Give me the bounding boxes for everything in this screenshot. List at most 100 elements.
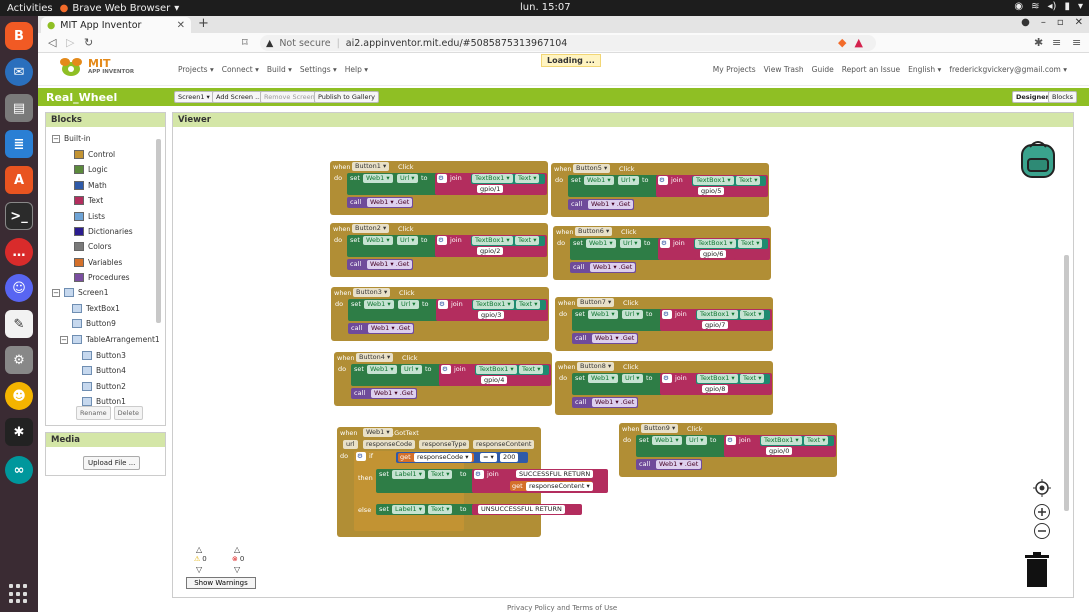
join-block[interactable]: ⚙ join TextBox1 ▾ Text ▾ gpio/2 [435, 235, 547, 257]
button-click-event-block[interactable]: when Button6 ▾ Click do set Web1 ▾ Url ▾ to ⚙ joi… [553, 226, 771, 280]
call-web-get-block[interactable]: call Web1 ▾ .Get [570, 262, 636, 273]
call-web-get-block[interactable]: call Web1 ▾ .Get [347, 259, 413, 270]
join-block[interactable]: ⚙ join TextBox1 ▾ Text ▾ gpio/1 [435, 173, 547, 195]
web-component-dropdown[interactable]: Web1 ▾ [588, 374, 618, 383]
fail-string-field[interactable]: UNSUCCESSFUL RETURN [478, 505, 565, 514]
if-else-block[interactable]: ⚙ if then else get responseCode ▾ = ▾ 200 set Lab… [354, 451, 608, 531]
menu-help[interactable]: Help ▾ [345, 65, 368, 74]
gear-icon[interactable]: ⚙ [658, 176, 668, 185]
button-component-dropdown[interactable]: Button2 ▾ [352, 224, 390, 233]
show-warnings-button[interactable]: Show Warnings [186, 577, 256, 589]
error-down-icon[interactable]: ▽ [234, 565, 240, 574]
button-click-event-block[interactable]: when Button8 ▾ Click do set Web1 ▾ Url ▾ to ⚙ joi… [555, 361, 773, 415]
chat-icon[interactable]: … [5, 238, 33, 266]
gpio-string-field[interactable]: gpio/6 [700, 250, 727, 258]
discord-icon[interactable]: ☺ [5, 274, 33, 302]
error-up-icon[interactable]: △ [234, 545, 240, 554]
textbox-text-getter[interactable]: TextBox1 ▾ Text ▾ [472, 300, 546, 310]
gpio-string-block[interactable]: gpio/2 [471, 247, 513, 256]
blocks-button[interactable]: Blocks [1048, 91, 1077, 103]
call-web-get-block[interactable]: call Web1 ▾ .Get [348, 323, 414, 334]
gpio-string-block[interactable]: gpio/6 [694, 250, 736, 259]
collapse-icon[interactable]: − [52, 134, 60, 143]
param-response-content[interactable]: responseContent [473, 440, 535, 449]
rename-button[interactable]: Rename [76, 406, 111, 420]
text-property-dropdown[interactable]: Text ▾ [516, 300, 541, 309]
web-component-dropdown[interactable]: Web1 ▾ [584, 176, 614, 185]
recenter-icon[interactable] [1033, 479, 1051, 497]
backpack-icon[interactable] [1018, 137, 1058, 179]
remove-screen-button[interactable]: Remove Screen [260, 91, 319, 103]
text-property-dropdown[interactable]: Text ▾ [428, 470, 453, 479]
gear-icon[interactable]: ⚙ [474, 470, 484, 479]
gear-icon[interactable]: ⚙ [662, 310, 672, 319]
warning-down-icon[interactable]: ▽ [196, 565, 202, 574]
component-item[interactable]: TextBox1 [72, 304, 120, 313]
bug-icon[interactable]: ✱ [5, 418, 33, 446]
view-trash-link[interactable]: View Trash [764, 65, 804, 74]
gpio-string-field[interactable]: gpio/5 [698, 187, 725, 195]
table-group[interactable]: − TableArrangement1 [60, 335, 160, 344]
designer-button[interactable]: Designer [1012, 91, 1053, 103]
palette-item-colors[interactable]: Colors [74, 242, 112, 252]
brave-rewards-icon[interactable]: ▲ [854, 36, 862, 49]
get-variable-block[interactable]: get responseCode ▾ [398, 453, 474, 462]
button-component-dropdown[interactable]: Button9 ▾ [641, 424, 679, 433]
url-property-dropdown[interactable]: Url ▾ [686, 436, 707, 445]
playlist-icon[interactable]: ≡ [1052, 36, 1061, 49]
gpio-string-block[interactable]: gpio/1 [471, 185, 513, 194]
url-property-dropdown[interactable]: Url ▾ [401, 365, 422, 374]
url-property-dropdown[interactable]: Url ▾ [398, 300, 419, 309]
workspace-vertical-scrollbar[interactable] [1064, 255, 1069, 511]
button-click-event-block[interactable]: when Button4 ▾ Click do set Web1 ▾ Url ▾ to ⚙ joi… [334, 352, 552, 406]
gear-icon[interactable]: ⚙ [356, 452, 366, 461]
new-tab-button[interactable]: + [198, 16, 209, 31]
bookmark-icon[interactable]: ⌑ [242, 36, 248, 49]
files-icon[interactable]: ▤ [5, 94, 33, 122]
get-variable-block[interactable]: get responseContent ▾ [510, 481, 593, 491]
extensions-icon[interactable]: ✱ [1034, 36, 1043, 49]
text-property-dropdown[interactable]: Text ▾ [738, 239, 763, 248]
call-web-get-block[interactable]: call Web1 ▾ .Get [572, 333, 638, 344]
join-block[interactable]: ⚙ join TextBox1 ▾ Text ▾ gpio/7 [660, 309, 772, 331]
web-gottext-event-block[interactable]: when Web1 ▾ .GotText url responseCode respons… [337, 427, 608, 537]
back-icon[interactable]: ◁ [48, 36, 56, 49]
button-component-dropdown[interactable]: Button7 ▾ [577, 298, 615, 307]
blocks-workspace[interactable]: △ △ ⚠ 0 ⊗ 0 ▽ ▽ Show Warnings when Butto… [173, 127, 1073, 597]
trash-icon[interactable] [1025, 552, 1049, 588]
language-menu[interactable]: English ▾ [908, 65, 941, 74]
palette-item-logic[interactable]: Logic [74, 165, 108, 175]
gpio-string-field[interactable]: gpio/7 [702, 321, 729, 329]
textbox-text-getter[interactable]: TextBox1 ▾ Text ▾ [696, 310, 770, 320]
settings-icon[interactable]: ⚙ [5, 346, 33, 374]
zoom-out-icon[interactable] [1033, 522, 1051, 540]
gpio-string-block[interactable]: gpio/3 [472, 311, 514, 320]
button-component-dropdown[interactable]: Button5 ▾ [573, 164, 611, 173]
builtin-group[interactable]: − Built-in [52, 134, 91, 143]
label-component-dropdown[interactable]: Label1 ▾ [392, 470, 425, 479]
success-string-block[interactable]: SUCCESSFUL RETURN [510, 470, 606, 479]
button-component-dropdown[interactable]: Button6 ▾ [575, 227, 613, 236]
palette-item-math[interactable]: Math [74, 180, 107, 190]
web-component-dropdown[interactable]: Web1 ▾ [652, 436, 682, 445]
success-string-field[interactable]: SUCCESSFUL RETURN [516, 470, 594, 478]
close-icon[interactable]: ✕ [1075, 17, 1083, 28]
call-web-get-block[interactable]: call Web1 ▾ .Get [636, 459, 702, 470]
join-block[interactable]: ⚙ join TextBox1 ▾ Text ▾ gpio/4 [439, 364, 551, 386]
text-property-dropdown[interactable]: Text ▾ [515, 236, 540, 245]
palette-item-control[interactable]: Control [74, 150, 115, 159]
arduino-icon[interactable]: ∞ [5, 456, 33, 484]
gpio-string-field[interactable]: gpio/4 [481, 376, 508, 384]
forward-icon[interactable]: ▷ [66, 36, 74, 49]
web-component-dropdown[interactable]: Web1 ▾ [363, 428, 393, 437]
textbox-text-getter[interactable]: TextBox1 ▾ Text ▾ [471, 174, 545, 184]
menu-build[interactable]: Build ▾ [267, 65, 292, 74]
operator-dropdown[interactable]: = ▾ [480, 453, 497, 462]
gpio-string-block[interactable]: gpio/7 [696, 321, 738, 330]
show-apps-icon[interactable] [9, 584, 29, 604]
gpio-string-block[interactable]: gpio/4 [475, 376, 517, 385]
textbox-text-getter[interactable]: TextBox1 ▾ Text ▾ [696, 374, 770, 384]
web-get-method-dropdown[interactable]: Web1 ▾ .Get [367, 198, 413, 207]
palette-item-variables[interactable]: Variables [74, 257, 122, 267]
web-component-dropdown[interactable]: Web1 ▾ [363, 174, 393, 183]
